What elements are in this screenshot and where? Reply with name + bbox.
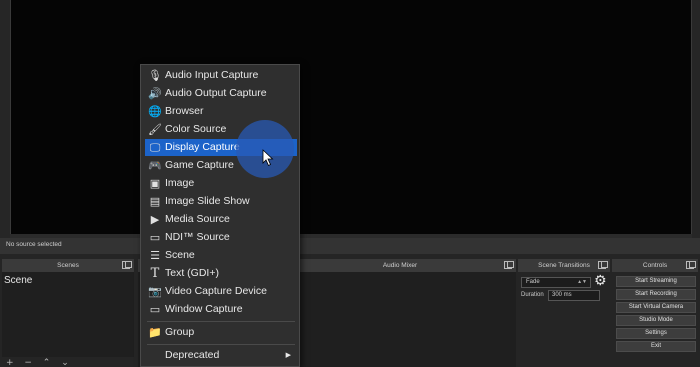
menu-separator [147, 321, 295, 322]
menu-item-deprecated[interactable]: Deprecated ▶ [145, 347, 297, 364]
spin-arrows-icon: ▲▼ [577, 279, 587, 285]
list-icon: ☰ [150, 249, 160, 262]
gear-icon[interactable]: ⚙ [594, 274, 607, 288]
menu-item-label: Video Capture Device [165, 285, 267, 297]
menu-item-window-capture[interactable]: ▭ Window Capture [145, 301, 297, 318]
menu-item-label: Game Capture [165, 159, 234, 171]
menu-item-label: Color Source [165, 123, 227, 135]
brush-icon: 🖌 [148, 123, 162, 136]
menu-item-label: Deprecated [165, 349, 220, 361]
menu-item-image-slide-show[interactable]: ▤ Image Slide Show [145, 193, 297, 210]
start-streaming-button[interactable]: Start Streaming [616, 276, 696, 287]
scene-item[interactable]: Scene [4, 275, 32, 286]
controls-title: Controls [642, 262, 668, 269]
text-icon: T [150, 266, 160, 281]
microphone-icon: 🎙 [148, 69, 162, 82]
start-virtual-camera-button[interactable]: Start Virtual Camera [616, 302, 696, 313]
menu-item-label: Image [165, 177, 195, 189]
menu-item-label: Browser [165, 105, 204, 117]
start-recording-button[interactable]: Start Recording [616, 289, 696, 300]
menu-item-media-source[interactable]: ▶ Media Source [145, 211, 297, 228]
menu-item-video-capture-device[interactable]: 📷 Video Capture Device [145, 283, 297, 300]
mixer-body [284, 272, 516, 367]
mixer-dock-header: Audio Mixer [284, 259, 516, 272]
menu-item-label: Scene [165, 249, 195, 261]
globe-icon: 🌐 [148, 105, 162, 118]
menu-item-group[interactable]: 📁 Group [145, 324, 297, 341]
transitions-dock-header: Scene Transitions [518, 259, 610, 272]
scene-toolbar[interactable]: + − ⌃ ⌄ [6, 358, 73, 367]
controls-dock-header: Controls [612, 259, 698, 272]
add-source-menu: 🎙 Audio Input Capture 🔊 Audio Output Cap… [140, 64, 300, 367]
window-icon: ▭ [149, 303, 161, 316]
slideshow-icon: ▤ [149, 195, 161, 208]
menu-item-audio-output-capture[interactable]: 🔊 Audio Output Capture [145, 85, 297, 102]
menu-item-ndi-source[interactable]: ▭ NDI™ Source [145, 229, 297, 246]
duration-label: Duration [521, 292, 544, 298]
undock-icon[interactable] [122, 261, 132, 269]
menu-item-text-gdi[interactable]: T Text (GDI+) [145, 265, 297, 282]
studio-mode-button[interactable]: Studio Mode [616, 315, 696, 326]
ndi-icon: ▭ [149, 231, 161, 244]
play-icon: ▶ [150, 213, 160, 226]
monitor-icon: 🖵 [149, 141, 161, 154]
menu-item-label: Audio Input Capture [165, 69, 259, 81]
transition-type-select[interactable]: Fade ▲▼ [521, 277, 591, 288]
camera-icon: 📷 [148, 285, 162, 298]
folder-icon: 📁 [148, 326, 162, 339]
scenes-title: Scenes [57, 262, 79, 269]
menu-item-label: Group [165, 326, 195, 338]
gamepad-icon: 🎮 [148, 159, 162, 172]
mixer-title: Audio Mixer [382, 262, 418, 269]
menu-item-label: Display Capture [165, 141, 240, 153]
menu-item-label: Audio Output Capture [165, 87, 267, 99]
menu-item-label: Window Capture [165, 303, 243, 315]
menu-item-label: Text (GDI+) [165, 267, 219, 279]
no-source-label: No source selected [6, 241, 62, 248]
undock-icon[interactable] [504, 261, 514, 269]
undock-icon[interactable] [598, 261, 608, 269]
speaker-icon: 🔊 [148, 87, 162, 100]
menu-item-browser[interactable]: 🌐 Browser [145, 103, 297, 120]
menu-item-audio-input-capture[interactable]: 🎙 Audio Input Capture [145, 67, 297, 84]
preview-canvas[interactable] [10, 0, 692, 234]
menu-item-image[interactable]: ▣ Image [145, 175, 297, 192]
transition-type-value: Fade [526, 279, 540, 285]
submenu-arrow-icon: ▶ [285, 352, 291, 359]
undock-icon[interactable] [686, 261, 696, 269]
scenes-dock-header: Scenes [2, 259, 134, 272]
source-toolbar [0, 238, 700, 254]
window-edge-left [0, 0, 10, 238]
duration-input[interactable]: 300 ms [548, 290, 600, 301]
transitions-title: Scene Transitions [538, 262, 590, 269]
menu-separator [147, 344, 295, 345]
image-icon: ▣ [149, 177, 161, 190]
menu-item-label: Media Source [165, 213, 230, 225]
mouse-cursor-icon [262, 149, 274, 167]
exit-button[interactable]: Exit [616, 341, 696, 352]
window-edge-right [692, 0, 700, 238]
menu-item-label: NDI™ Source [165, 231, 230, 243]
duration-value: 300 ms [552, 292, 572, 298]
menu-item-scene[interactable]: ☰ Scene [145, 247, 297, 264]
settings-button[interactable]: Settings [616, 328, 696, 339]
menu-item-label: Image Slide Show [165, 195, 250, 207]
